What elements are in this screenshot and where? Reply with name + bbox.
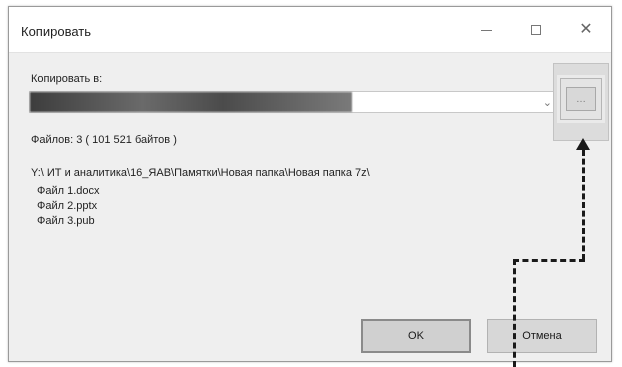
maximize-button[interactable] xyxy=(513,7,559,53)
close-icon: ✕ xyxy=(579,21,593,38)
chevron-down-icon[interactable]: ⌄ xyxy=(543,96,552,109)
list-item: Файл 3.pub xyxy=(37,215,95,227)
copy-to-label: Копировать в: xyxy=(31,73,103,85)
ok-button[interactable]: OK xyxy=(361,319,471,353)
list-item: Файл 2.pptx xyxy=(37,200,98,212)
minimize-button[interactable] xyxy=(463,7,509,53)
dialog-title: Копировать xyxy=(21,24,91,39)
browse-button[interactable]: … xyxy=(560,78,602,120)
copy-dialog: Копировать ✕ Копировать в: ⌄ … Файлов: 3… xyxy=(8,6,612,362)
cancel-button[interactable]: Отмена xyxy=(487,319,597,353)
annotation-dashed-line xyxy=(513,259,585,262)
file-list: Файл 1.docx Файл 2.pptx Файл 3.pub xyxy=(37,184,100,229)
list-item: Файл 1.docx xyxy=(37,185,100,197)
redacted-path xyxy=(30,92,352,112)
annotation-dashed-line xyxy=(513,259,516,367)
annotation-arrow-head xyxy=(576,138,590,150)
close-button[interactable]: ✕ xyxy=(563,7,609,53)
browse-highlight: … xyxy=(553,63,609,141)
destination-path-combobox[interactable]: ⌄ xyxy=(29,91,557,113)
folder-browse-icon: … xyxy=(566,87,596,111)
minimize-icon xyxy=(480,29,492,31)
annotation-dashed-line xyxy=(582,150,585,260)
title-bar: Копировать ✕ xyxy=(9,7,611,53)
source-path: Y:\ ИТ и аналитика\16_ЯАВ\Памятки\Новая … xyxy=(31,167,370,179)
maximize-icon xyxy=(531,25,541,35)
files-summary: Файлов: 3 ( 101 521 байтов ) xyxy=(31,134,177,146)
